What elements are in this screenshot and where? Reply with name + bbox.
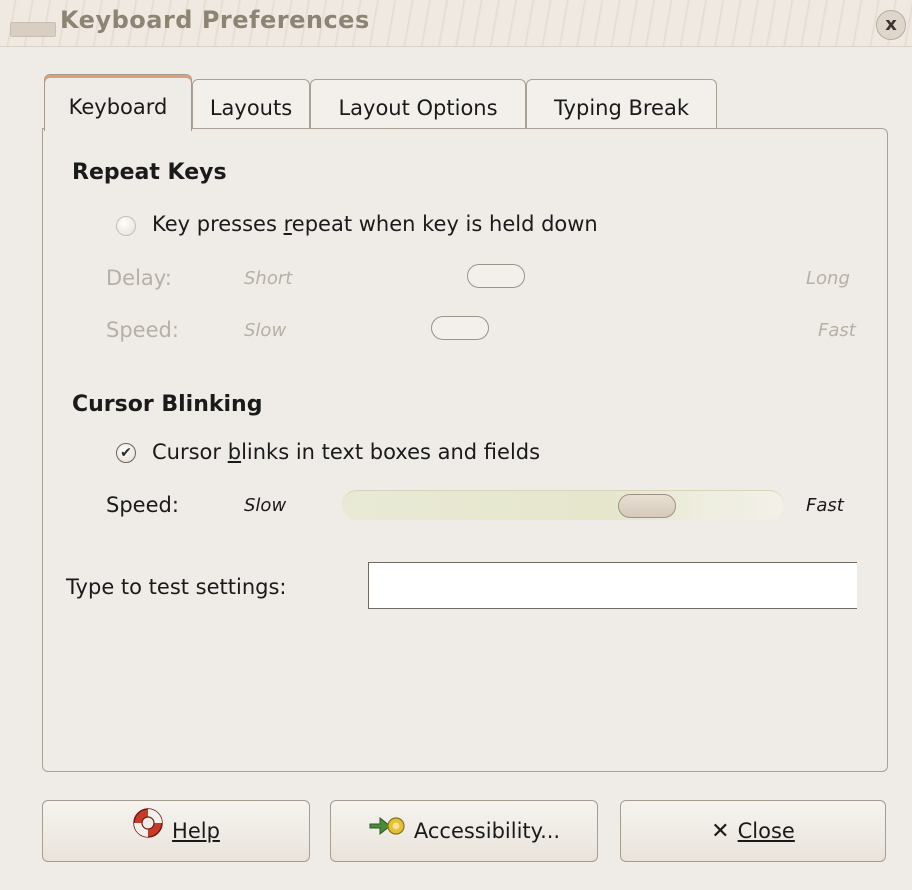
close-button[interactable]: ✕ Close	[620, 800, 886, 862]
repeat-keys-mnemonic: r	[283, 212, 292, 236]
cursor-blink-mnemonic: b	[227, 440, 242, 464]
delay-label: Delay:	[106, 266, 172, 290]
delay-max-label: Long	[806, 268, 850, 289]
help-button[interactable]: Help	[42, 800, 310, 862]
blink-speed-slider-track[interactable]	[342, 490, 784, 520]
cursor-blinking-heading: Cursor Blinking	[72, 392, 263, 417]
tab-typing-break[interactable]: Typing Break	[526, 79, 717, 129]
blink-speed-label: Speed:	[106, 493, 179, 517]
repeat-keys-label-part2: epeat when key is held down	[291, 212, 598, 236]
blink-speed-slider-thumb[interactable]	[618, 494, 676, 518]
repeat-keys-heading: Repeat Keys	[72, 160, 227, 185]
test-settings-input[interactable]	[368, 562, 857, 609]
help-button-label: Help	[172, 819, 220, 843]
tab-layout-options[interactable]: Layout Options	[310, 79, 526, 129]
repeat-keys-label-part1: Key presses	[152, 212, 284, 236]
repeat-speed-max-label: Fast	[818, 320, 856, 341]
cursor-blink-label-part2: links in text boxes and fields	[241, 440, 541, 464]
test-settings-label: Type to test settings:	[66, 575, 287, 599]
repeat-speed-slider[interactable]	[431, 316, 489, 340]
repeat-keys-label: Key presses repeat when key is held down	[152, 212, 598, 236]
tab-keyboard[interactable]: Keyboard	[44, 74, 192, 131]
cursor-blink-label: Cursor blinks in text boxes and fields	[152, 440, 540, 464]
delay-min-label: Short	[244, 268, 293, 289]
blink-speed-min-label: Slow	[244, 495, 287, 516]
repeat-speed-label: Speed:	[106, 318, 179, 342]
close-window-icon[interactable]: x	[876, 10, 906, 40]
lifebuoy-icon	[132, 802, 164, 862]
delay-slider[interactable]	[467, 264, 525, 288]
x-icon: ✕	[711, 819, 730, 844]
tab-layouts[interactable]: Layouts	[192, 79, 310, 129]
repeat-keys-checkbox[interactable]	[116, 216, 136, 236]
window-title: Keyboard Preferences	[60, 6, 370, 34]
title-bar[interactable]: Keyboard Preferences x	[0, 0, 912, 47]
blink-speed-max-label: Fast	[806, 495, 844, 516]
accessibility-icon	[368, 802, 406, 862]
repeat-speed-min-label: Slow	[244, 320, 287, 341]
accessibility-button[interactable]: Accessibility...	[330, 800, 598, 862]
cursor-blink-checkbox[interactable]: ✔	[116, 443, 136, 463]
close-button-label: Close	[737, 819, 795, 843]
accessibility-button-label: Accessibility...	[413, 819, 561, 843]
cursor-blink-label-part1: Cursor	[152, 440, 228, 464]
window-menu-icon[interactable]	[10, 22, 56, 37]
